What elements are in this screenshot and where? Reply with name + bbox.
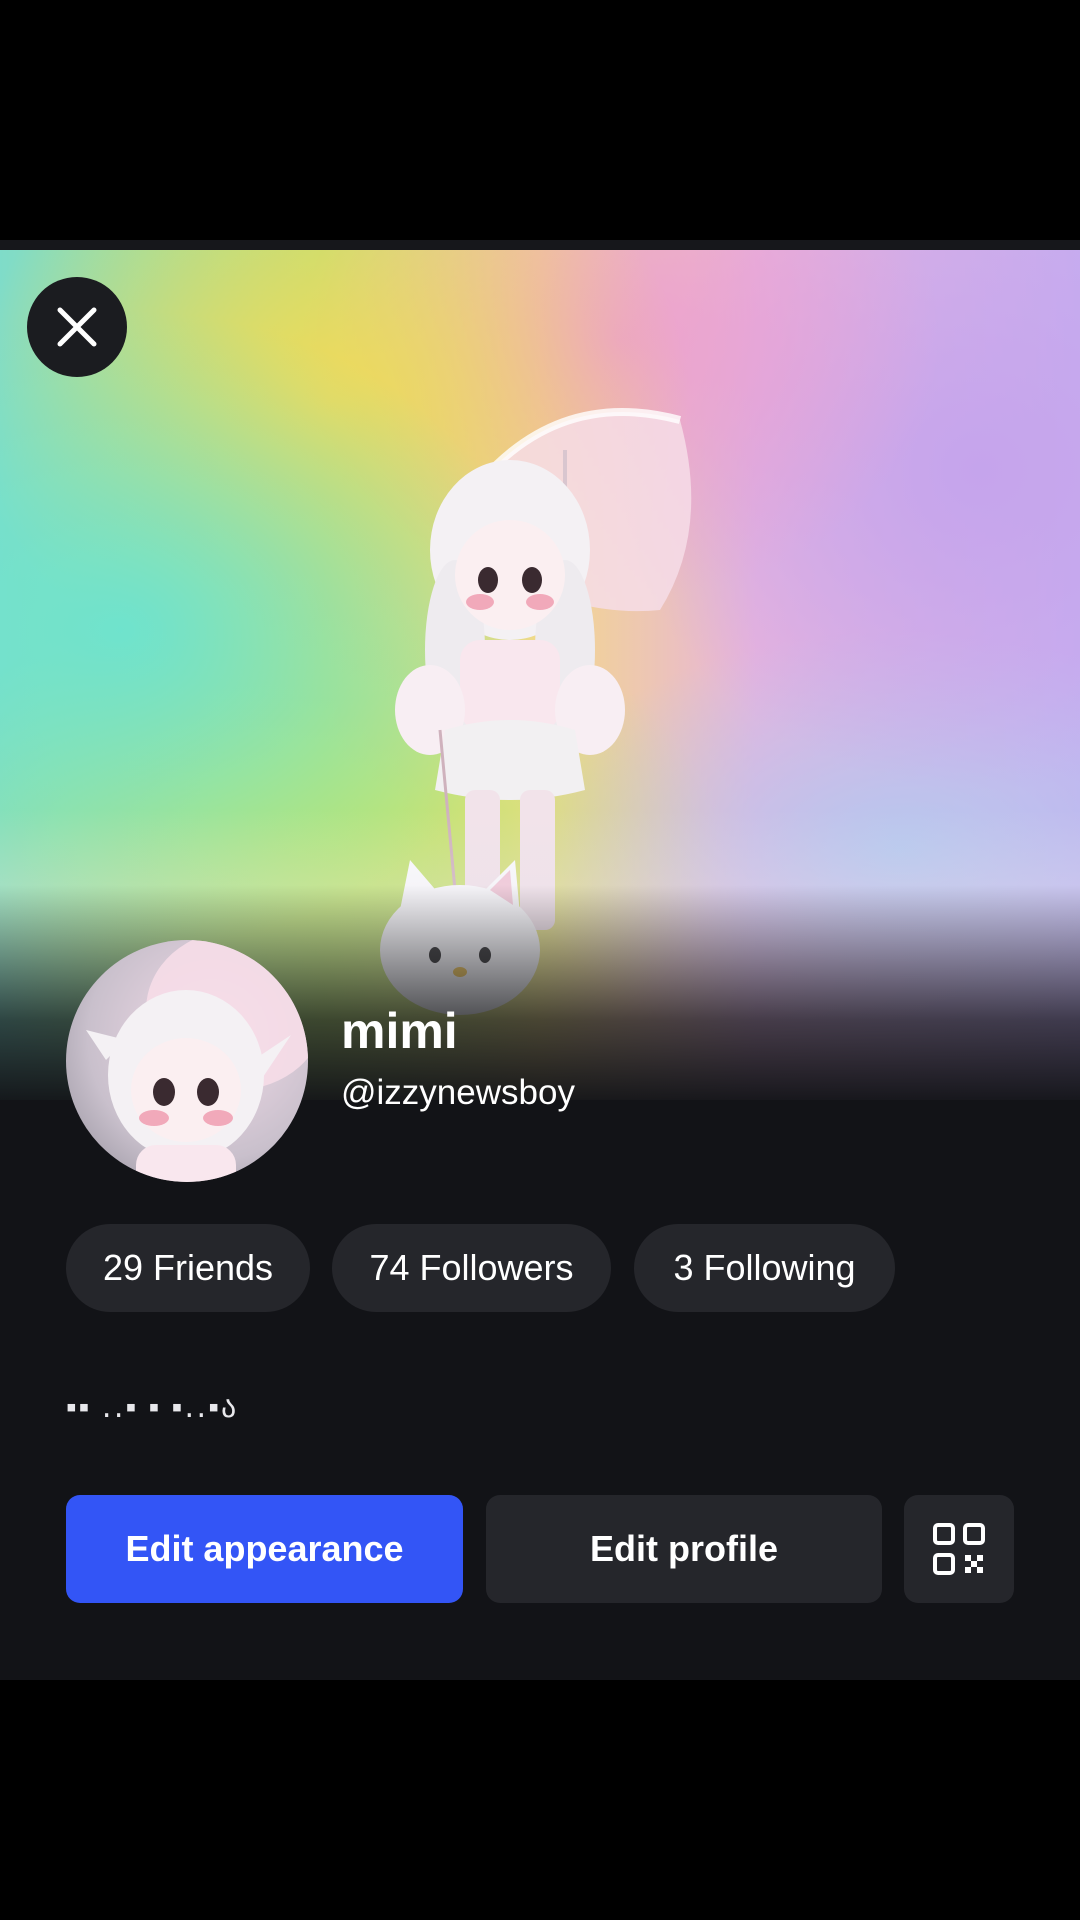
friends-pill[interactable]: 29 Friends	[66, 1224, 310, 1312]
display-name: mimi	[341, 1003, 458, 1059]
qr-code-icon	[933, 1523, 985, 1575]
bottom-area	[0, 1680, 1080, 1920]
sheet-edge	[0, 240, 1080, 250]
close-button[interactable]	[27, 277, 127, 377]
profile-sheet: mimi @izzynewsboy 29 Friends 74 Follower…	[0, 250, 1080, 1680]
followers-pill[interactable]: 74 Followers	[332, 1224, 611, 1312]
status-area	[0, 0, 1080, 240]
following-pill[interactable]: 3 Following	[634, 1224, 895, 1312]
edit-appearance-button[interactable]: Edit appearance	[66, 1495, 463, 1603]
bio-text: ▪▪ ․․▪ ▪ ▪․․▪ა	[66, 1391, 239, 1424]
qr-code-button[interactable]	[904, 1495, 1014, 1603]
avatar[interactable]	[66, 940, 308, 1182]
edit-profile-button[interactable]: Edit profile	[486, 1495, 882, 1603]
avatar-headshot	[86, 940, 308, 1182]
username: @izzynewsboy	[341, 1073, 575, 1112]
close-icon	[57, 307, 97, 347]
